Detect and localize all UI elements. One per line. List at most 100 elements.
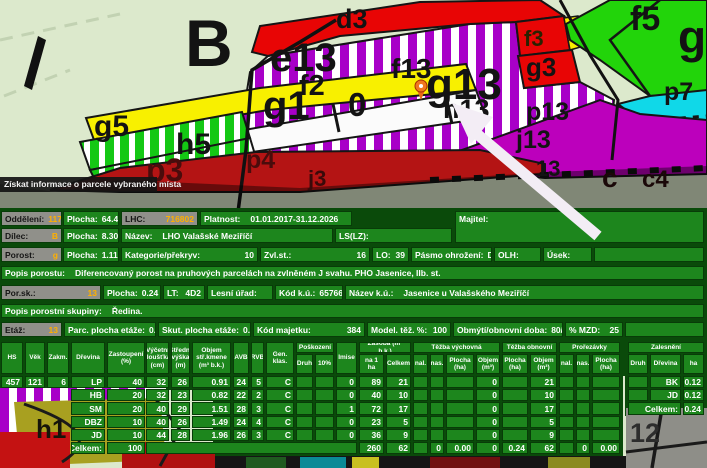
table-cell: 0.91	[192, 376, 231, 388]
field-label: LO:	[376, 250, 391, 260]
field-lo: LO:39	[372, 247, 409, 262]
table-cell: 21	[530, 376, 557, 388]
table-cell: 0	[476, 429, 500, 441]
table-total-cell: 0.00	[592, 442, 620, 454]
field-label: % MZD:	[569, 325, 600, 335]
table-col-header: Výčetní tloušťka (cm)	[146, 342, 169, 374]
table-cell	[502, 429, 528, 441]
table-total-merged	[146, 442, 357, 454]
table-cell: 0	[336, 376, 357, 388]
table-cell: 0	[336, 429, 357, 441]
map-label: p7	[664, 80, 693, 105]
field-label: Platnost:	[204, 214, 240, 224]
table-cell: DBZ	[71, 416, 105, 428]
table-cell	[296, 376, 313, 388]
table-group-header: Těžba výchovná	[413, 342, 500, 353]
map-label: g1	[263, 86, 310, 126]
table-cell	[576, 416, 590, 428]
field-lhc: LHC:716802	[121, 211, 198, 226]
field-zvlst: Zvl.st.:16	[260, 247, 370, 262]
field-label: Název k.ú.:	[349, 288, 393, 298]
table-group-header: Poškození	[296, 342, 334, 353]
table-cell: 10	[107, 416, 145, 428]
map-label: j13	[516, 128, 551, 153]
field-value: Ředina.	[112, 306, 143, 316]
table-cell: LP	[71, 376, 105, 388]
table-group-header: Zásoba (m³ b.k.)	[359, 342, 411, 353]
table-cell: 1.49	[192, 416, 231, 428]
field-label: Kód majetku:	[257, 325, 311, 335]
table-cell	[592, 376, 620, 388]
table-cell	[502, 402, 528, 414]
table-cell	[502, 376, 528, 388]
field-label: Plocha:	[107, 288, 138, 298]
table-total-cell: 0	[476, 442, 500, 454]
field-value: Jasenice u Valašského Meziříčí	[403, 288, 529, 298]
table-col-header: Věk	[25, 342, 45, 374]
table-cell: 23	[171, 389, 190, 401]
field-label: Etáž:	[5, 325, 25, 335]
table-col-header: Zakm.	[47, 342, 69, 374]
table-cell: 2	[251, 389, 264, 401]
table-cell: 5	[386, 416, 411, 428]
table-cell: 1.51	[192, 402, 231, 414]
zalesneni-cell: 0.12	[683, 389, 704, 401]
table-cell: 40	[146, 416, 169, 428]
table-cell	[430, 416, 444, 428]
field-porsk: Por.sk.:13	[1, 285, 101, 300]
table-cell: 10	[107, 429, 145, 441]
field-plocha-dilec: Plocha:8.30	[63, 228, 119, 243]
table-col-header: Imise	[336, 342, 357, 374]
map-label: j3	[308, 168, 326, 190]
field-label: Oddělení:	[5, 214, 44, 224]
field-value: g	[53, 250, 58, 260]
field-plocha-porost: Plocha:1.11	[63, 247, 119, 262]
map-label: p4	[246, 148, 275, 173]
field-nazev: Název:LHO Valašské Meziříčí	[121, 228, 333, 243]
table-group-header: Prořezávky	[559, 342, 620, 353]
table-col-header: Střední výška (m)	[171, 342, 190, 374]
table-cell: 20	[107, 389, 145, 401]
table-cell	[296, 429, 313, 441]
table-col-header: ha	[683, 354, 704, 374]
table-total-cell: 62	[386, 442, 411, 454]
table-col-header: Gen. klas.	[266, 342, 294, 374]
field-label: Popis porostu:	[5, 268, 65, 278]
table-cell	[592, 389, 620, 401]
forestry-map-app: Bd3e13f13f2g13g10h13f3g3f5gp7g5h5p3p4j3p…	[0, 0, 707, 468]
table-cell: 40	[107, 376, 145, 388]
map-label: 12	[630, 420, 660, 447]
map-label: f3	[524, 28, 544, 50]
table-cell: 0	[476, 402, 500, 414]
table-cell	[413, 416, 428, 428]
zalesneni-total-label: Celkem:	[628, 402, 681, 414]
map-label: g3	[526, 54, 556, 80]
zalesneni-cell: 0.12	[683, 376, 704, 388]
field-value: 01.01.2017-31.12.2026	[250, 214, 338, 224]
table-cell	[502, 389, 528, 401]
table-col-header: Plocha (ha)	[446, 354, 474, 374]
table-cell: 22	[233, 389, 249, 401]
field-plocha-porsk: Plocha:0.24	[103, 285, 161, 300]
table-cell: 5	[530, 416, 557, 428]
table-cell	[446, 402, 474, 414]
field-label: Majitel:	[459, 214, 488, 224]
table-cell: C	[266, 389, 294, 401]
table-cell	[430, 376, 444, 388]
table-col-header: Druh	[628, 354, 648, 374]
table-total-cell: 260	[359, 442, 384, 454]
field-value: 0.24	[243, 325, 251, 335]
field-obmyti: Obmýtí/obnovní doba:80/30	[453, 322, 563, 337]
map-label: B	[185, 10, 233, 76]
table-cell: 32	[146, 389, 169, 401]
field-kod-majetku: Kód majetku:384	[253, 322, 365, 337]
table-cell: 457	[1, 376, 23, 388]
table-cell: 3	[251, 429, 264, 441]
field-value: 13	[49, 325, 58, 335]
table-cell: HB	[71, 389, 105, 401]
table-cell	[592, 416, 620, 428]
table-col-header: Zastoupení (%)	[107, 342, 145, 374]
table-col-header: nal.	[413, 354, 428, 374]
field-olh: OLH:	[494, 247, 541, 262]
table-group-header: Těžba obnovní	[502, 342, 557, 353]
